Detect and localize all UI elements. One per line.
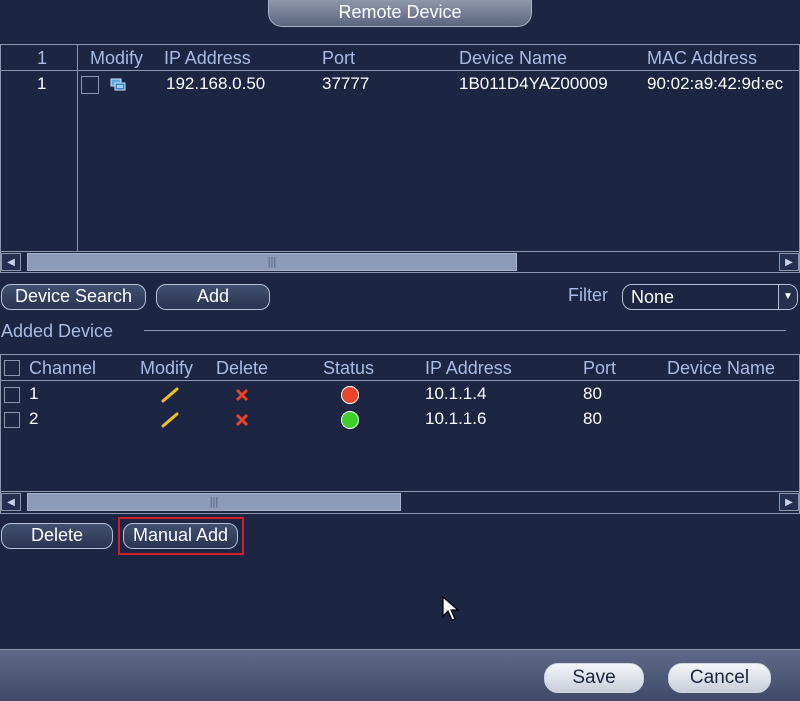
column-header-device-name[interactable]: Device Name (459, 48, 567, 69)
horizontal-scrollbar[interactable]: ◀ ||| ▶ (1, 251, 799, 272)
horizontal-scrollbar[interactable]: ◀ ||| ▶ (1, 491, 799, 512)
delete-x-icon[interactable] (235, 388, 249, 407)
row-checkbox[interactable] (81, 76, 99, 94)
device-port: 80 (583, 409, 602, 428)
row-checkbox[interactable] (4, 387, 20, 403)
section-divider (144, 330, 786, 331)
column-header-port[interactable]: Port (583, 358, 616, 379)
scrollbar-thumb[interactable]: ||| (27, 253, 517, 271)
table-row[interactable]: 2 10.1.1.6 80 (1, 407, 799, 432)
row-checkbox[interactable] (4, 412, 20, 428)
device-port: 37777 (322, 74, 370, 93)
pencil-icon[interactable] (161, 412, 179, 433)
network-device-icon[interactable] (110, 77, 126, 97)
device-name: 1B011D4YAZ00009 (459, 74, 608, 93)
pencil-icon[interactable] (161, 387, 179, 408)
cancel-button[interactable]: Cancel (668, 663, 771, 693)
device-ip: 192.168.0.50 (166, 74, 266, 93)
window-title: Remote Device (268, 0, 532, 27)
delete-x-icon[interactable] (235, 413, 249, 432)
chevron-down-icon[interactable]: ▼ (778, 285, 797, 309)
column-header-device-name[interactable]: Device Name (667, 358, 775, 379)
delete-button[interactable]: Delete (1, 523, 113, 549)
table-header-divider (1, 380, 799, 381)
scroll-right-arrow-icon[interactable]: ▶ (779, 493, 799, 511)
scroll-left-arrow-icon[interactable]: ◀ (1, 253, 21, 271)
channel-number: 2 (29, 409, 39, 428)
table-row[interactable]: 1 10.1.1.4 80 (1, 382, 799, 407)
scroll-right-arrow-icon[interactable]: ▶ (779, 253, 799, 271)
added-device-table: Channel Modify Delete Status IP Address … (0, 354, 800, 514)
device-ip: 10.1.1.4 (425, 384, 487, 403)
column-header-status[interactable]: Status (323, 358, 374, 379)
column-header-ip-address[interactable]: IP Address (425, 358, 512, 379)
column-header-modify[interactable]: Modify (140, 358, 193, 379)
device-port: 80 (583, 384, 602, 403)
filter-select[interactable]: None ▼ (622, 284, 798, 310)
table-header-divider (1, 70, 799, 71)
scrollbar-thumb[interactable]: ||| (27, 493, 401, 511)
column-header-channel[interactable]: Channel (29, 358, 96, 379)
add-button[interactable]: Add (156, 284, 270, 310)
column-header-modify[interactable]: Modify (90, 48, 143, 69)
column-header-index[interactable]: 1 (37, 48, 47, 69)
select-all-checkbox[interactable] (4, 360, 20, 376)
save-button[interactable]: Save (544, 663, 644, 693)
status-offline-icon (341, 386, 359, 404)
status-online-icon (341, 411, 359, 429)
footer-bar: Save Cancel (0, 649, 800, 701)
column-header-ip-address[interactable]: IP Address (164, 48, 251, 69)
filter-label: Filter (568, 285, 608, 305)
manual-add-button[interactable]: Manual Add (123, 523, 238, 549)
channel-number: 1 (29, 384, 39, 403)
column-header-mac-address[interactable]: MAC Address (647, 48, 757, 69)
device-search-button[interactable]: Device Search (1, 284, 146, 310)
mouse-cursor-icon (442, 595, 460, 627)
column-header-delete[interactable]: Delete (216, 358, 268, 379)
scroll-left-arrow-icon[interactable]: ◀ (1, 493, 21, 511)
device-mac: 90:02:a9:42:9d:ec (647, 74, 784, 93)
column-header-port[interactable]: Port (322, 48, 355, 69)
table-row[interactable]: 1 192.168.0.50 37777 1B011D4YAZ00009 90:… (1, 72, 799, 96)
device-ip: 10.1.1.6 (425, 409, 487, 428)
row-number: 1 (37, 74, 47, 93)
added-device-title: Added Device (1, 321, 114, 341)
device-search-table: 1 Modify IP Address Port Device Name MAC… (0, 44, 800, 273)
filter-value: None (631, 287, 675, 307)
